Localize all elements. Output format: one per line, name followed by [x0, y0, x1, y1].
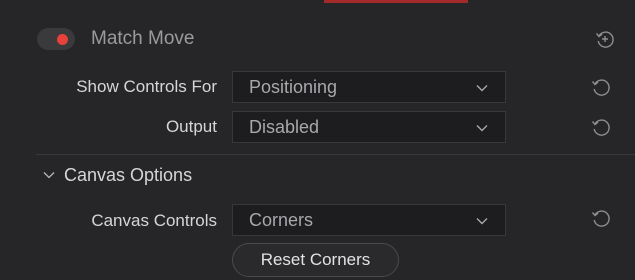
chevron-down-icon[interactable]	[42, 168, 56, 182]
chevron-down-icon	[476, 125, 488, 132]
toggle-indicator	[57, 34, 68, 45]
show-controls-for-value: Positioning	[249, 77, 338, 97]
canvas-controls-dropdown[interactable]: Corners	[232, 204, 506, 236]
show-controls-for-dropdown[interactable]: Positioning	[232, 71, 506, 103]
match-move-title: Match Move	[91, 28, 195, 49]
match-move-toggle[interactable]	[37, 28, 75, 50]
section-divider	[36, 154, 635, 155]
output-dropdown[interactable]: Disabled	[232, 111, 506, 143]
output-reset-icon[interactable]	[590, 116, 612, 138]
chevron-down-icon	[476, 85, 488, 92]
canvas-options-section-title[interactable]: Canvas Options	[64, 163, 192, 187]
canvas-controls-label: Canvas Controls	[91, 211, 217, 230]
output-label: Output	[165, 117, 217, 136]
chevron-down-icon	[476, 218, 488, 225]
show-controls-for-reset-icon[interactable]	[590, 76, 612, 98]
top-accent-bar	[324, 0, 468, 3]
show-controls-for-label: Show Controls For	[76, 77, 217, 96]
reset-plus-icon[interactable]	[594, 28, 616, 50]
inspector-panel: Match Move Show Controls For Positioning…	[0, 0, 635, 280]
reset-corners-button[interactable]: Reset Corners	[232, 243, 399, 277]
output-value: Disabled	[249, 117, 320, 137]
canvas-controls-reset-icon[interactable]	[590, 207, 612, 229]
canvas-controls-value: Corners	[249, 210, 314, 230]
